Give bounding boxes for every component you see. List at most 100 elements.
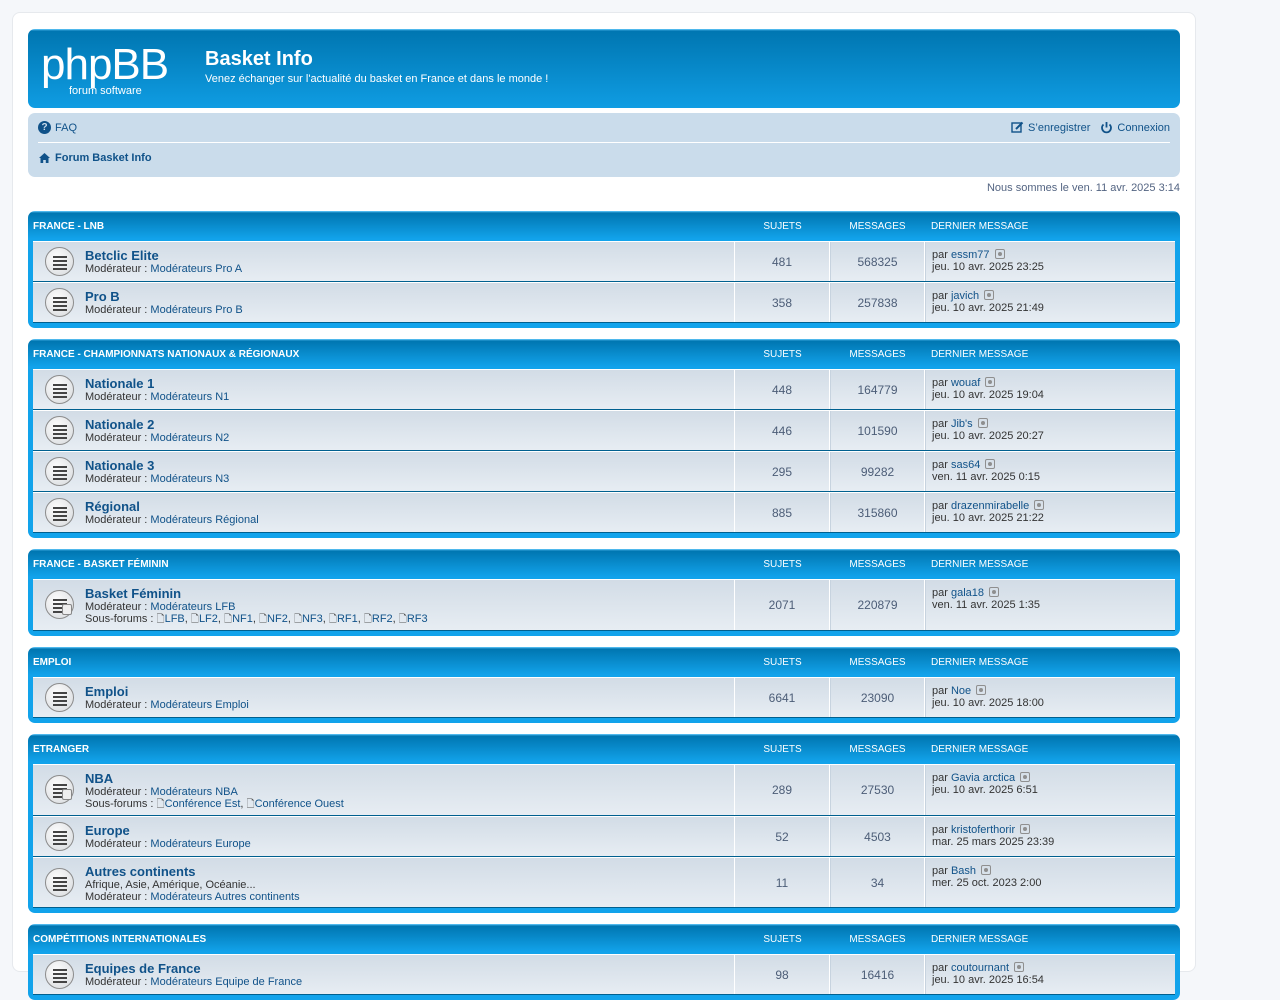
forum-title-link[interactable]: Emploi xyxy=(85,684,734,699)
faq-link[interactable]: ? FAQ xyxy=(38,121,77,134)
moderator-link[interactable]: Modérateurs Equipe de France xyxy=(150,976,302,988)
subforum-link[interactable]: RF1 xyxy=(337,613,358,625)
subforum-link[interactable]: Conférence Ouest xyxy=(255,798,344,810)
login-link[interactable]: Connexion xyxy=(1100,121,1170,134)
subforum-link[interactable]: RF3 xyxy=(407,613,428,625)
last-post-author[interactable]: coutournant xyxy=(951,962,1009,974)
site-description: Venez échanger sur l'actualité du basket… xyxy=(205,73,549,85)
moderator-label: Modérateur : xyxy=(85,976,151,988)
last-post: par wouaf jeu. 10 avr. 2025 19:04 xyxy=(925,370,1175,409)
forum-title-link[interactable]: Régional xyxy=(85,499,734,514)
forum-title-link[interactable]: Nationale 1 xyxy=(85,376,734,391)
topics-count: 448 xyxy=(735,370,830,409)
goto-last-post-icon[interactable] xyxy=(977,418,988,428)
document-icon: 🗋 xyxy=(258,614,268,625)
subforum-link[interactable]: NF2 xyxy=(267,613,288,625)
subforum-link[interactable]: Conférence Est xyxy=(165,798,241,810)
last-post-author[interactable]: wouaf xyxy=(951,377,980,389)
topics-count: 481 xyxy=(735,242,830,281)
moderator-link[interactable]: Modérateurs Pro B xyxy=(150,304,242,316)
forum-moderators: Modérateur : Modérateurs Pro B xyxy=(85,304,734,316)
forum-title-link[interactable]: Europe xyxy=(85,823,734,838)
col-last-header: DERNIER MESSAGE xyxy=(931,220,1029,232)
goto-last-post-icon[interactable] xyxy=(1034,500,1045,510)
last-post-author[interactable]: kristoferthorir xyxy=(951,824,1015,836)
moderator-link[interactable]: Modérateurs N1 xyxy=(150,391,229,403)
last-post-author[interactable]: gala18 xyxy=(951,587,984,599)
goto-last-post-icon[interactable] xyxy=(1020,824,1031,834)
goto-last-post-icon[interactable] xyxy=(981,865,992,875)
forum-title-link[interactable]: Nationale 3 xyxy=(85,458,734,473)
logo-sub-text: forum software xyxy=(69,85,142,97)
moderator-link[interactable]: Modérateurs Régional xyxy=(150,514,258,526)
moderator-link[interactable]: Modérateurs N2 xyxy=(150,432,229,444)
moderator-link[interactable]: Modérateurs Europe xyxy=(150,838,250,850)
forum-info: Nationale 3 Modérateur : Modérateurs N3 xyxy=(33,452,735,491)
subforum-link[interactable]: NF3 xyxy=(302,613,323,625)
goto-last-post-icon[interactable] xyxy=(1020,772,1031,782)
category-title[interactable]: EMPLOI xyxy=(33,657,735,668)
category-title[interactable]: FRANCE - BASKET FÉMININ xyxy=(33,559,735,570)
goto-last-post-icon[interactable] xyxy=(985,459,996,469)
forum-row-europe: Europe Modérateur : Modérateurs Europe 52 4… xyxy=(33,816,1175,857)
last-post-author[interactable]: Bash xyxy=(951,865,976,877)
by-label: par xyxy=(932,377,951,389)
last-post-author[interactable]: essm77 xyxy=(951,249,990,261)
forum-row-nationale-3: Nationale 3 Modérateur : Modérateurs N3 29… xyxy=(33,451,1175,492)
moderator-label: Modérateur : xyxy=(85,473,151,485)
category-title[interactable]: COMPÉTITIONS INTERNATIONALES xyxy=(33,934,735,945)
subforum-link[interactable]: NF1 xyxy=(232,613,253,625)
subforums-label: Sous-forums : xyxy=(85,798,157,810)
moderator-label: Modérateur : xyxy=(85,432,151,444)
phpbb-logo[interactable]: phpBB forum software xyxy=(41,43,193,97)
last-post: par Noe jeu. 10 avr. 2025 18:00 xyxy=(925,678,1175,717)
forum-title-link[interactable]: Equipes de France xyxy=(85,961,734,976)
document-icon: 🗋 xyxy=(156,614,165,625)
category-title[interactable]: FRANCE - LNB xyxy=(33,221,735,232)
moderator-link[interactable]: Modérateurs Emploi xyxy=(150,699,248,711)
category-title[interactable]: FRANCE - CHAMPIONNATS NATIONAUX & RÉGION… xyxy=(33,349,735,360)
goto-last-post-icon[interactable] xyxy=(976,685,987,695)
goto-last-post-icon[interactable] xyxy=(984,290,995,300)
subforum-link[interactable]: RF2 xyxy=(372,613,393,625)
moderator-link[interactable]: Modérateurs Pro A xyxy=(150,263,242,275)
goto-last-post-icon[interactable] xyxy=(1014,962,1025,972)
breadcrumb-home[interactable]: Forum Basket Info xyxy=(38,152,152,164)
subforum-link[interactable]: LF2 xyxy=(199,613,218,625)
by-label: par xyxy=(932,418,951,430)
forum-row-nba: NBA Modérateur : Modérateurs NBA Sous-foru… xyxy=(33,764,1175,816)
forum-title-link[interactable]: Basket Féminin xyxy=(85,586,734,601)
forum-moderators: Modérateur : Modérateurs Equipe de Franc… xyxy=(85,976,734,988)
goto-last-post-icon[interactable] xyxy=(989,587,1000,597)
category-title[interactable]: ETRANGER xyxy=(33,744,735,755)
subforum-link[interactable]: LFB xyxy=(165,613,185,625)
topics-count: 885 xyxy=(735,493,830,532)
last-post-author[interactable]: drazenmirabelle xyxy=(951,500,1029,512)
forum-title-link[interactable]: Betclic Elite xyxy=(85,248,734,263)
last-post-author[interactable]: sas64 xyxy=(951,459,980,471)
last-post-author[interactable]: Noe xyxy=(951,685,971,697)
last-post: par Jib's jeu. 10 avr. 2025 20:27 xyxy=(925,411,1175,450)
last-post-author[interactable]: javich xyxy=(951,290,979,302)
moderator-link[interactable]: Modérateurs LFB xyxy=(150,601,235,613)
forum-title-link[interactable]: Nationale 2 xyxy=(85,417,734,432)
forum-moderators: Modérateur : Modérateurs LFB xyxy=(85,601,734,613)
moderator-label: Modérateur : xyxy=(85,514,151,526)
posts-count: 101590 xyxy=(830,411,925,450)
question-circle-icon: ? xyxy=(38,121,51,134)
forum-title-link[interactable]: NBA xyxy=(85,771,734,786)
last-post-author[interactable]: Gavia arctica xyxy=(951,772,1015,784)
moderator-link[interactable]: Modérateurs Autres continents xyxy=(150,891,299,903)
forum-title-link[interactable]: Pro B xyxy=(85,289,734,304)
last-post-date: mar. 25 mars 2025 23:39 xyxy=(932,836,1055,848)
goto-last-post-icon[interactable] xyxy=(994,249,1005,259)
register-link[interactable]: S’enregistrer xyxy=(1011,121,1090,134)
last-post-author[interactable]: Jib's xyxy=(951,418,973,430)
forum-read-icon xyxy=(45,867,74,897)
moderator-link[interactable]: Modérateurs N3 xyxy=(150,473,229,485)
by-label: par xyxy=(932,685,951,697)
last-post-date: jeu. 10 avr. 2025 20:27 xyxy=(932,430,1044,442)
moderator-link[interactable]: Modérateurs NBA xyxy=(150,786,237,798)
goto-last-post-icon[interactable] xyxy=(985,377,996,387)
forum-title-link[interactable]: Autres continents xyxy=(85,864,734,879)
